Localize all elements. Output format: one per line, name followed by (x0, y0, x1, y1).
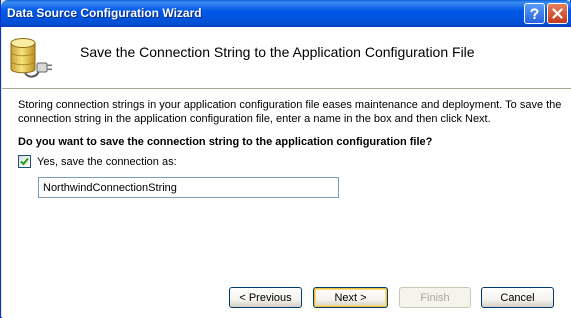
help-button[interactable] (524, 3, 545, 24)
window-title: Data Source Configuration Wizard (7, 6, 202, 20)
database-plug-icon (10, 38, 52, 78)
save-connection-label[interactable]: Yes, save the connection as: (37, 156, 177, 168)
connection-name-input[interactable] (38, 177, 339, 198)
cancel-button[interactable]: Cancel (481, 287, 554, 308)
checkmark-icon (20, 157, 29, 166)
save-connection-option[interactable]: Yes, save the connection as: (18, 154, 177, 169)
question-text: Do you want to save the connection strin… (18, 136, 433, 148)
next-button[interactable]: Next > (313, 287, 388, 308)
previous-button[interactable]: < Previous (229, 287, 302, 308)
description-text: Storing connection strings in your appli… (18, 99, 562, 125)
wizard-header: Save the Connection String to the Applic… (2, 27, 571, 88)
question-mark-icon (530, 8, 539, 19)
page-title: Save the Connection String to the Applic… (80, 44, 475, 60)
save-connection-checkbox[interactable] (18, 155, 31, 168)
close-x-icon (552, 8, 563, 19)
close-button[interactable] (547, 3, 568, 24)
title-bar[interactable]: Data Source Configuration Wizard (1, 0, 571, 27)
finish-button: Finish (399, 287, 471, 308)
wizard-window: Data Source Configuration Wizard Save th… (0, 0, 571, 318)
